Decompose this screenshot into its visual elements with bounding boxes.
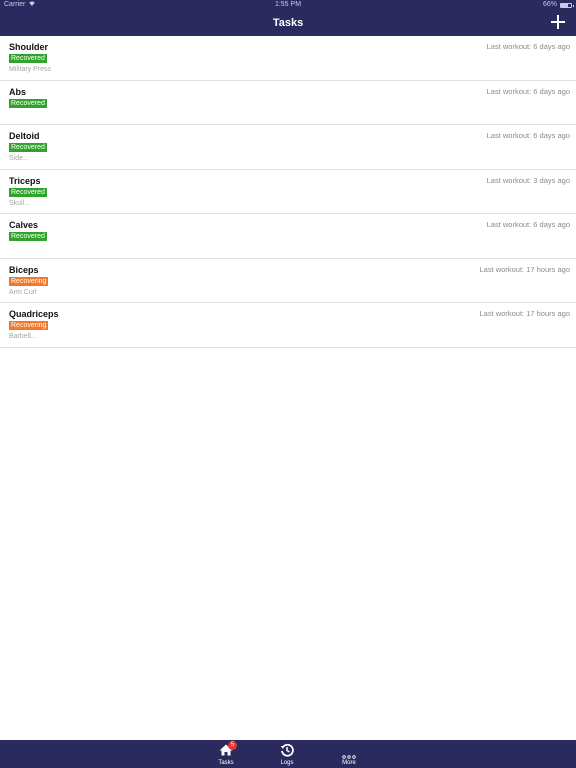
task-row[interactable]: Deltoid Last workout: 6 days ago Recover… [0,125,576,170]
task-note: Barbell... [9,333,37,340]
tab-tasks[interactable]: 5 Tasks [206,740,246,768]
add-task-button[interactable] [550,14,566,30]
status-bar: Carrier 1:55 PM 66% [0,0,576,10]
task-note: Arm Curl [9,288,37,296]
tab-more[interactable]: More [329,740,369,768]
battery-percent: 66% [542,1,557,8]
status-badge: Recovered [9,54,47,63]
tab-logs[interactable]: Logs [267,740,307,768]
status-badge: Recovered [9,143,47,152]
status-badge: Recovered [9,98,47,108]
status-badge: Recovered [9,232,47,241]
last-workout: Last workout: 6 days ago [486,86,570,96]
tab-bar: 5 Tasks Logs More [0,740,576,768]
status-right: 66% [542,0,574,10]
task-name: Calves [9,220,39,230]
last-workout: Last workout: 6 days ago [486,220,570,229]
task-name: Triceps [9,175,41,186]
task-name: Deltoid [9,131,40,141]
last-workout: Last workout: 17 hours ago [479,309,570,318]
task-list: Shoulder Last workout: 6 days ago Recove… [0,36,576,348]
task-row[interactable]: Abs Last workout: 6 days ago Recovered [0,81,576,125]
app-screen: Carrier 1:55 PM 66% Tasks Shoulder Last … [0,0,576,768]
battery-fill [561,3,568,7]
task-name: Abs [9,86,27,97]
last-workout: Last workout: 3 days ago [486,175,570,185]
status-badge: Recovered [9,187,47,197]
tab-label: More [342,760,356,766]
status-time: 1:55 PM [274,1,302,8]
task-name: Biceps [9,264,39,275]
task-note: Skull... [9,199,31,207]
battery-icon [560,2,574,8]
last-workout: Last workout: 17 hours ago [479,264,570,274]
status-badge: Recovering [9,276,49,286]
page-title: Tasks [272,17,304,29]
tab-label: Tasks [218,760,234,766]
task-note: Military Press [9,66,52,73]
tab-label: Logs [280,760,294,766]
task-name: Shoulder [9,42,49,52]
nav-bar: Tasks [0,10,576,36]
tasks-count-badge: 5 [228,741,237,750]
task-row[interactable]: Triceps Last workout: 3 days ago Recover… [0,170,576,214]
last-workout: Last workout: 6 days ago [486,42,570,51]
task-name: Quadriceps [9,309,59,319]
task-row[interactable]: Shoulder Last workout: 6 days ago Recove… [0,36,576,81]
task-row[interactable]: Quadriceps Last workout: 17 hours ago Re… [0,303,576,348]
task-note: Side... [9,155,29,162]
status-badge: Recovering [9,321,49,330]
task-row[interactable]: Biceps Last workout: 17 hours ago Recove… [0,259,576,303]
last-workout: Last workout: 6 days ago [486,131,570,140]
task-row[interactable]: Calves Last workout: 6 days ago Recovere… [0,214,576,259]
